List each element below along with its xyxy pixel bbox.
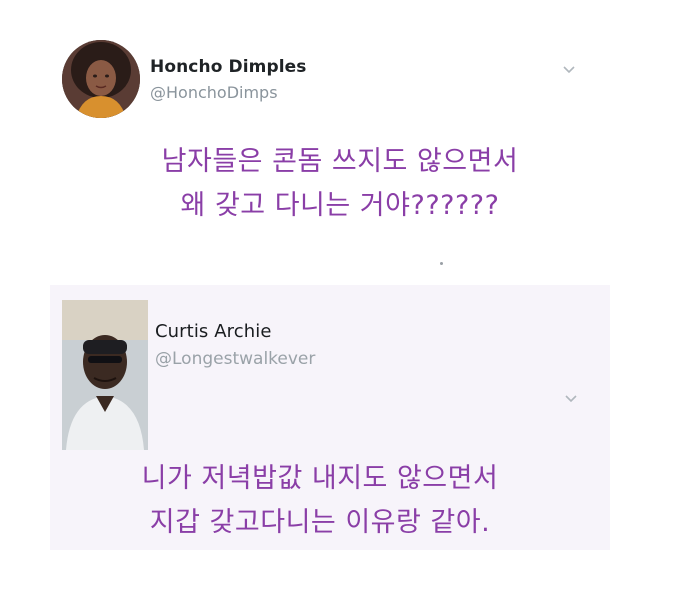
woman-portrait-avatar-icon: [62, 40, 140, 118]
tweet-text: 남자들은 콘돔 쓰지도 않으면서 왜 갖고 다니는 거야??????: [0, 140, 680, 228]
handle[interactable]: @Longestwalkever: [155, 349, 315, 369]
tweet-text-line-1: 남자들은 콘돔 쓰지도 않으면서: [161, 146, 519, 177]
tweet-2: Curtis Archie @Longestwalkever 니가 저녁밥값 내…: [0, 285, 680, 550]
chevron-down-icon[interactable]: [562, 64, 576, 74]
avatar[interactable]: [62, 300, 148, 450]
chevron-down-icon[interactable]: [564, 393, 578, 403]
avatar[interactable]: [62, 40, 140, 118]
tweet-text-line-1: 니가 저녁밥값 내지도 않으면서: [141, 463, 499, 494]
tweet-text-line-2: 지갑 갖고다니는 이유랑 같아.: [149, 507, 491, 538]
tweet-1: Honcho Dimples @HonchoDimps 남자들은 콘돔 쓰지도 …: [0, 0, 680, 280]
display-name[interactable]: Curtis Archie: [155, 321, 272, 342]
display-name[interactable]: Honcho Dimples: [150, 57, 306, 77]
tweet-text-line-2: 왜 갖고 다니는 거야??????: [180, 190, 500, 221]
separator-dot: [440, 262, 443, 265]
tweet-text: 니가 저녁밥값 내지도 않으면서 지갑 갖고다니는 이유랑 같아.: [0, 457, 660, 545]
handle[interactable]: @HonchoDimps: [150, 83, 278, 102]
man-portrait-avatar-icon: [62, 300, 148, 450]
